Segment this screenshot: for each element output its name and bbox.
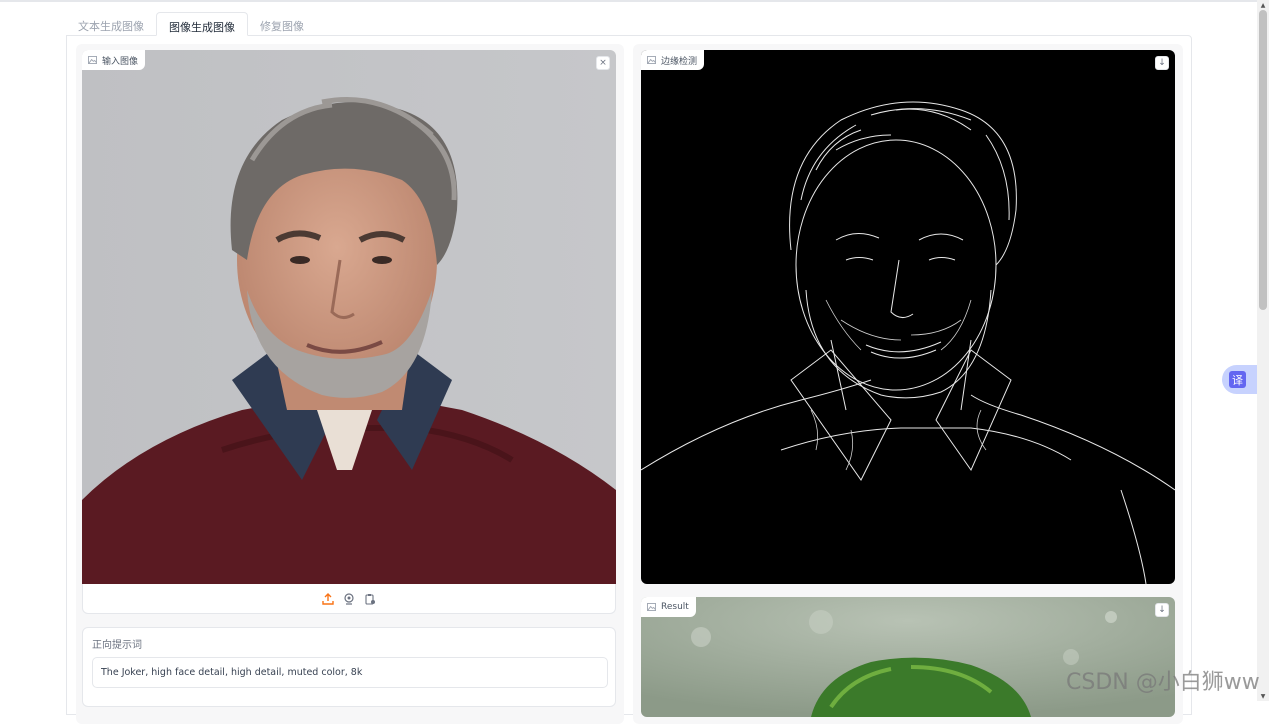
edge-image-label-text: 边缘检测	[661, 56, 698, 67]
download-edge-button[interactable]: ↓	[1155, 56, 1169, 70]
tab-image-to-image[interactable]: 图像生成图像	[156, 12, 248, 36]
image-source-toolbar	[82, 584, 616, 614]
image-icon	[647, 56, 656, 64]
input-image-box[interactable]: 输入图像 ×	[82, 50, 616, 584]
result-photo	[641, 597, 1175, 717]
tab-bar: 文本生成图像 图像生成图像 修复图像	[66, 12, 316, 36]
portrait-photo	[82, 50, 616, 584]
scroll-up-arrow-icon[interactable]: ▲	[1259, 1, 1267, 9]
tab-inpaint[interactable]: 修复图像	[248, 12, 316, 36]
edge-image-label: 边缘检测	[641, 50, 705, 70]
image-icon	[88, 56, 97, 64]
download-result-button[interactable]: ↓	[1155, 603, 1169, 617]
positive-prompt-card: 正向提示词	[82, 627, 616, 707]
scroll-down-arrow-icon[interactable]: ▼	[1259, 692, 1267, 700]
image-icon	[647, 603, 656, 611]
edge-detection-image-box: 边缘检测 ↓	[641, 50, 1175, 584]
positive-prompt-label: 正向提示词	[92, 640, 142, 651]
clear-image-button[interactable]: ×	[596, 56, 610, 70]
input-image-label: 输入图像	[82, 50, 146, 70]
positive-prompt-input[interactable]	[92, 657, 608, 688]
top-divider	[0, 0, 1269, 2]
result-image-label-text: Result	[661, 602, 689, 612]
translate-button[interactable]: 译	[1222, 365, 1258, 394]
result-image-label: Result	[641, 597, 696, 617]
clipboard-icon[interactable]	[364, 592, 377, 605]
edge-map	[641, 101, 1175, 584]
result-image-box: Result ↓	[641, 597, 1175, 717]
input-image-label-text: 输入图像	[102, 56, 139, 67]
webcam-icon[interactable]	[343, 592, 356, 605]
watermark: CSDN @小白狮ww	[1066, 670, 1260, 695]
upload-icon[interactable]	[322, 592, 335, 605]
translate-icon: 译	[1229, 371, 1246, 388]
tab-text-to-image[interactable]: 文本生成图像	[66, 12, 156, 36]
scrollbar-thumb[interactable]	[1259, 10, 1267, 310]
